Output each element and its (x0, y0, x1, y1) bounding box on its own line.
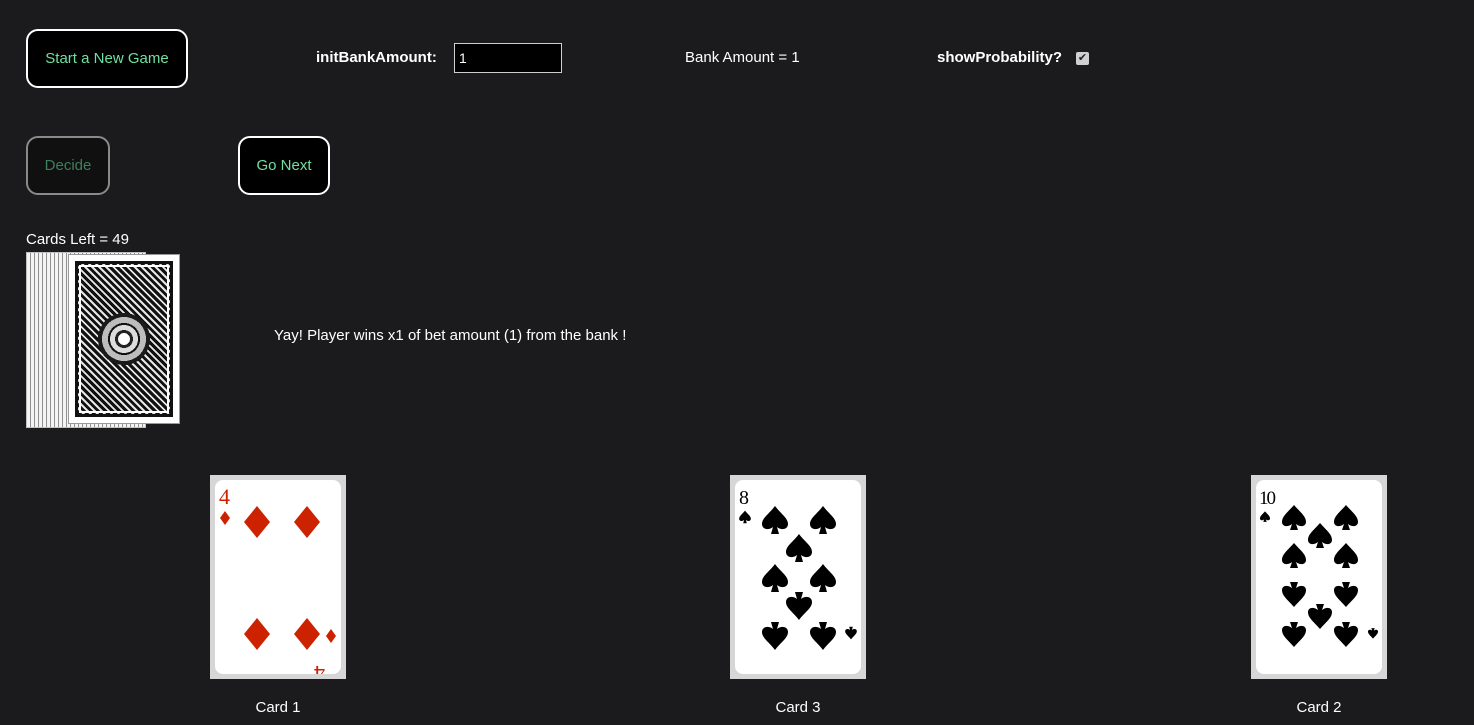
card-face: 4 4 (215, 480, 341, 674)
bank-amount-text: Bank Amount = 1 (685, 49, 800, 66)
card-deck[interactable] (26, 252, 180, 428)
card-3: 8 (730, 475, 866, 679)
deck-top-card (68, 254, 180, 424)
init-bank-amount-input[interactable] (454, 43, 562, 73)
ten-of-spades-icon: 10 (1259, 488, 1379, 647)
card-3-label: Card 3 (775, 699, 821, 716)
go-next-button[interactable]: Go Next (238, 136, 330, 195)
init-bank-amount-label: initBankAmount: (316, 49, 437, 66)
show-probability-label: showProbability? (937, 49, 1063, 66)
result-message: Yay! Player wins x1 of bet amount (1) fr… (274, 327, 627, 344)
show-probability-checkbox[interactable]: ✔ (1076, 52, 1089, 65)
check-mark-icon: ✔ (1077, 52, 1088, 64)
card-1: 4 4 (210, 475, 346, 679)
card-back-pattern-icon (75, 261, 173, 417)
svg-text:4: 4 (314, 661, 325, 674)
svg-text:10: 10 (1259, 488, 1276, 509)
card-face: 8 (735, 480, 861, 674)
svg-text:8: 8 (739, 487, 749, 509)
card-face: 10 (1256, 480, 1382, 674)
card-2: 10 (1251, 475, 1387, 679)
eight-of-spades-icon: 8 (739, 487, 857, 650)
card-2-label: Card 2 (1296, 699, 1342, 716)
four-of-diamonds-icon: 4 4 (219, 484, 336, 674)
card-1-label: Card 1 (255, 699, 301, 716)
start-new-game-button[interactable]: Start a New Game (26, 29, 188, 88)
decide-button[interactable]: Decide (26, 136, 110, 195)
cards-left-text: Cards Left = 49 (26, 231, 129, 248)
svg-text:4: 4 (219, 484, 230, 509)
